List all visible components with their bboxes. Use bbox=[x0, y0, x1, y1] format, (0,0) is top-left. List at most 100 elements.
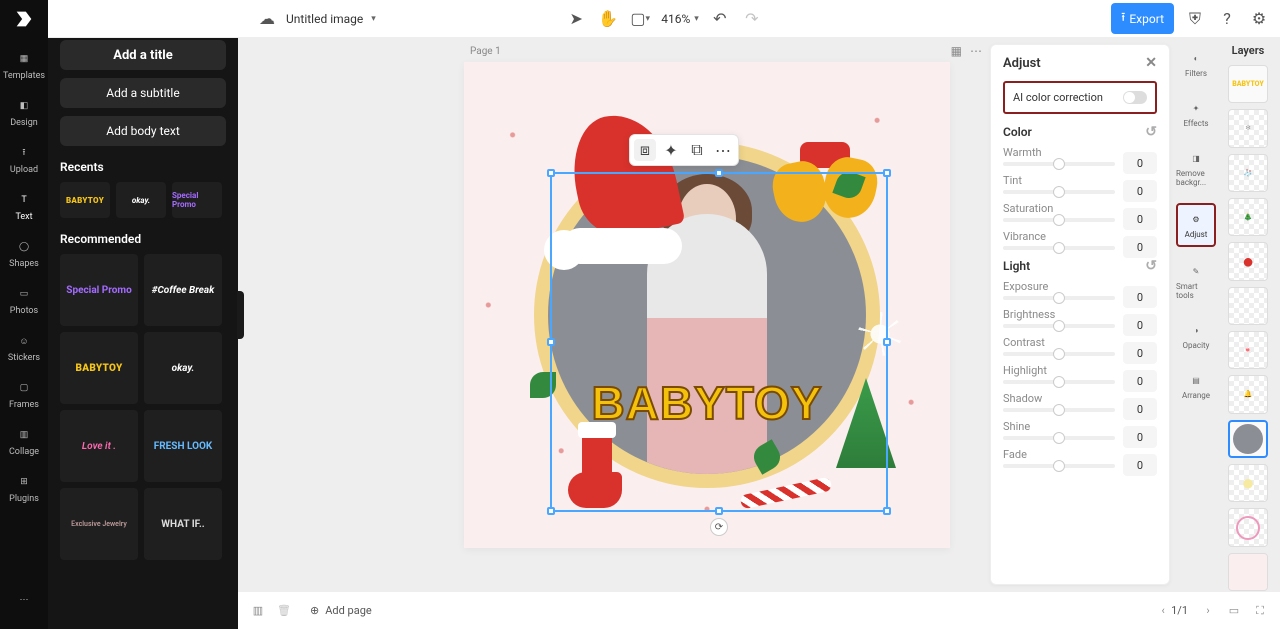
reco-thumb[interactable]: Love it . bbox=[60, 410, 138, 482]
slider-knob[interactable] bbox=[1053, 460, 1065, 472]
layer-thumb[interactable]: 🧦 bbox=[1228, 154, 1268, 192]
slider-knob[interactable] bbox=[1053, 376, 1065, 388]
panel-collapse-handle[interactable] bbox=[237, 291, 244, 339]
page-list-icon[interactable]: ▥ bbox=[250, 603, 266, 619]
rail-upload[interactable]: ⭱Upload bbox=[0, 136, 48, 183]
tool-arrange[interactable]: ▤Arrange bbox=[1176, 366, 1216, 406]
tool-smart[interactable]: ✎Smart tools bbox=[1176, 257, 1216, 306]
doc-title-wrap[interactable]: Untitled image ▾ bbox=[286, 12, 376, 26]
slider-knob[interactable] bbox=[1053, 242, 1065, 254]
slider-track[interactable] bbox=[1003, 436, 1115, 440]
slider-knob[interactable] bbox=[1053, 348, 1065, 360]
present-icon[interactable]: ▭ bbox=[1226, 603, 1242, 619]
slider-track[interactable] bbox=[1003, 380, 1115, 384]
tool-effects[interactable]: ✦Effects bbox=[1176, 94, 1216, 134]
copy-icon[interactable]: ⧉ bbox=[686, 139, 708, 161]
slider-value[interactable]: 0 bbox=[1123, 342, 1157, 364]
add-title-button[interactable]: Add a title bbox=[60, 40, 226, 70]
rail-photos[interactable]: ▭Photos bbox=[0, 277, 48, 324]
slider-track[interactable] bbox=[1003, 162, 1115, 166]
slider-value[interactable]: 0 bbox=[1123, 370, 1157, 392]
slider-track[interactable] bbox=[1003, 246, 1115, 250]
layer-thumb[interactable] bbox=[1228, 553, 1268, 591]
slider-value[interactable]: 0 bbox=[1123, 398, 1157, 420]
tool-filters[interactable]: ◐Filters bbox=[1176, 44, 1216, 84]
slider-knob[interactable] bbox=[1053, 432, 1065, 444]
gear-icon[interactable]: ⚙ bbox=[1248, 8, 1270, 30]
reco-thumb[interactable]: BABYTOY bbox=[60, 332, 138, 404]
more-icon[interactable]: ⋯ bbox=[970, 44, 982, 58]
grid-icon[interactable]: ▦ bbox=[951, 44, 962, 58]
reco-thumb[interactable]: FRESH LOOK bbox=[144, 410, 222, 482]
undo-button[interactable]: ↶ bbox=[709, 8, 731, 30]
slider-knob[interactable] bbox=[1053, 404, 1065, 416]
rail-design[interactable]: ◧Design bbox=[0, 89, 48, 136]
tool-removebg[interactable]: ◨Remove backgr... bbox=[1176, 144, 1216, 193]
slider-value[interactable]: 0 bbox=[1123, 454, 1157, 476]
tool-opacity[interactable]: ◑Opacity bbox=[1176, 316, 1216, 356]
slider-value[interactable]: 0 bbox=[1123, 236, 1157, 258]
help-icon[interactable]: ? bbox=[1216, 8, 1238, 30]
slider-track[interactable] bbox=[1003, 218, 1115, 222]
redo-button[interactable]: ↷ bbox=[741, 8, 763, 30]
reset-icon[interactable]: ↺ bbox=[1145, 258, 1157, 274]
recent-thumb[interactable]: Special Promo bbox=[172, 182, 222, 218]
rail-templates[interactable]: ▦Templates bbox=[0, 42, 48, 89]
cursor-tool[interactable]: ➤ bbox=[565, 8, 587, 30]
slider-value[interactable]: 0 bbox=[1123, 208, 1157, 230]
slider-track[interactable] bbox=[1003, 190, 1115, 194]
zoom-control[interactable]: 416%▾ bbox=[661, 12, 699, 26]
hand-tool[interactable]: ✋ bbox=[597, 8, 619, 30]
fullscreen-icon[interactable]: ⛶ bbox=[1252, 603, 1268, 619]
layer-thumb[interactable] bbox=[1228, 287, 1268, 325]
cloud-icon[interactable]: ☁ bbox=[256, 8, 278, 30]
rail-frames[interactable]: ▢Frames bbox=[0, 371, 48, 418]
prev-page[interactable]: ‹ bbox=[1155, 603, 1171, 619]
tool-adjust[interactable]: ⚙Adjust bbox=[1176, 203, 1216, 247]
close-icon[interactable]: ✕ bbox=[1145, 55, 1157, 71]
slider-value[interactable]: 0 bbox=[1123, 180, 1157, 202]
slider-track[interactable] bbox=[1003, 464, 1115, 468]
add-subtitle-button[interactable]: Add a subtitle bbox=[60, 78, 226, 108]
layer-thumb[interactable]: 🔔 bbox=[1228, 375, 1268, 413]
crop-icon[interactable]: ⧈ bbox=[634, 139, 656, 161]
rail-collage[interactable]: ▥Collage bbox=[0, 418, 48, 465]
slider-knob[interactable] bbox=[1053, 320, 1065, 332]
slider-value[interactable]: 0 bbox=[1123, 286, 1157, 308]
slider-track[interactable] bbox=[1003, 324, 1115, 328]
magic-icon[interactable]: ✦ bbox=[660, 139, 682, 161]
rail-stickers[interactable]: ☺Stickers bbox=[0, 324, 48, 371]
app-logo[interactable] bbox=[13, 8, 35, 30]
layer-thumb[interactable]: ● bbox=[1228, 464, 1268, 502]
add-body-button[interactable]: Add body text bbox=[60, 116, 226, 146]
reco-thumb[interactable]: #Coffee Break bbox=[144, 254, 222, 326]
export-button[interactable]: ⭱Export bbox=[1111, 3, 1174, 34]
reco-thumb[interactable]: Special Promo bbox=[60, 254, 138, 326]
art-text[interactable]: BABYTOY bbox=[591, 376, 822, 430]
rail-plugins[interactable]: ⊞Plugins bbox=[0, 465, 48, 512]
reco-thumb[interactable]: Exclusive Jewelry bbox=[60, 488, 138, 560]
rail-shapes[interactable]: ◯Shapes bbox=[0, 230, 48, 277]
rail-more[interactable]: ⋯ bbox=[0, 583, 48, 617]
layer-thumb[interactable]: 🍬 bbox=[1228, 331, 1268, 369]
slider-knob[interactable] bbox=[1053, 186, 1065, 198]
slider-track[interactable] bbox=[1003, 352, 1115, 356]
layer-thumb[interactable]: BABYTOY bbox=[1228, 65, 1268, 103]
slider-value[interactable]: 0 bbox=[1123, 152, 1157, 174]
more-icon[interactable]: ⋯ bbox=[712, 139, 734, 161]
slider-knob[interactable] bbox=[1053, 214, 1065, 226]
recent-thumb[interactable]: okay. bbox=[116, 182, 166, 218]
slider-knob[interactable] bbox=[1053, 292, 1065, 304]
crop-tool[interactable]: ▢▾ bbox=[629, 8, 651, 30]
shield-icon[interactable]: ⛨ bbox=[1184, 8, 1206, 30]
rail-text[interactable]: TText bbox=[0, 183, 48, 230]
recent-thumb[interactable]: BABYTOY bbox=[60, 182, 110, 218]
ai-toggle[interactable] bbox=[1123, 91, 1147, 104]
layer-thumb[interactable]: ❄ bbox=[1228, 109, 1268, 147]
slider-value[interactable]: 0 bbox=[1123, 314, 1157, 336]
next-page[interactable]: › bbox=[1200, 603, 1216, 619]
ai-color-row[interactable]: AI color correction bbox=[1003, 81, 1157, 114]
slider-value[interactable]: 0 bbox=[1123, 426, 1157, 448]
slider-knob[interactable] bbox=[1053, 158, 1065, 170]
layer-thumb[interactable]: ● bbox=[1228, 242, 1268, 280]
